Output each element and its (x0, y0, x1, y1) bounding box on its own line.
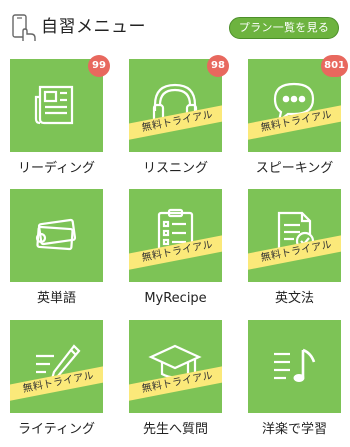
tile-label: 英単語 (36, 291, 76, 306)
tile-label: リスニング (142, 161, 208, 176)
tile-box: 無料トライアル (129, 320, 222, 413)
tile-box: 無料トライアル (248, 189, 341, 282)
newspaper-icon (34, 85, 74, 125)
headphones-icon (152, 83, 198, 124)
tile-label: スピーキング (255, 161, 334, 176)
tile-label: 洋楽で学習 (261, 422, 327, 437)
tile-box: 無料トライアル (129, 59, 222, 152)
tile-box (10, 189, 103, 282)
header: 自習メニュー プラン一覧を見る (0, 0, 350, 56)
music-note-icon (274, 348, 316, 382)
tile-label: 先生へ質問 (142, 422, 208, 437)
pencil-lines-icon (36, 344, 81, 382)
tile-label: 英文法 (274, 291, 314, 306)
tile-box: 無料トライアル (129, 189, 222, 282)
tile-label: リーディング (17, 161, 96, 176)
tile-box (10, 59, 103, 152)
view-plans-button[interactable]: プラン一覧を見る (229, 17, 339, 39)
badge: 801 (321, 55, 348, 77)
badge: 98 (207, 55, 229, 77)
phone-hand-icon (12, 14, 36, 41)
tile-box (248, 320, 341, 413)
tile-label: MyRecipe (144, 291, 207, 306)
badge: 99 (88, 55, 110, 77)
tile-box: 無料トライアル (10, 320, 103, 413)
page-title: 自習メニュー (41, 17, 146, 37)
graduation-cap-icon (148, 344, 202, 381)
flashcards-icon (35, 218, 77, 251)
document-check-icon (277, 211, 315, 257)
clipboard-checklist-icon (157, 208, 194, 257)
tile-label: ライティング (18, 422, 95, 437)
